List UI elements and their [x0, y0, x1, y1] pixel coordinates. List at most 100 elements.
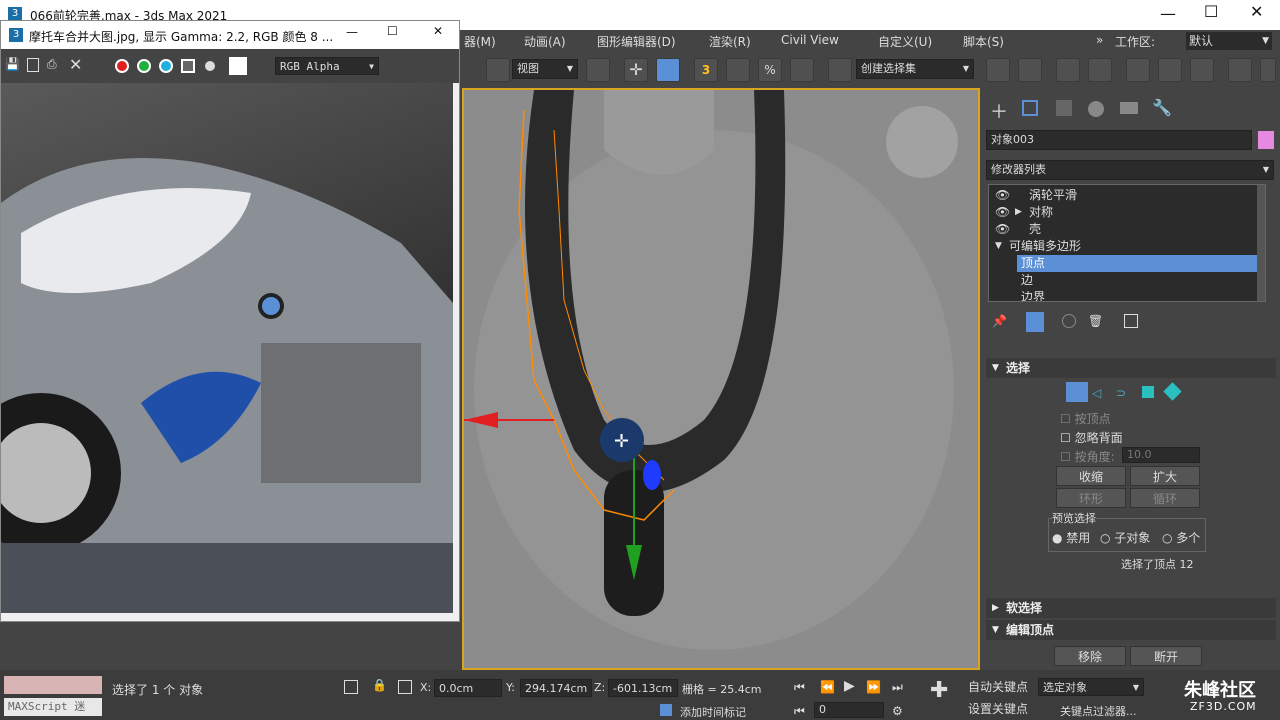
show-end-result-icon[interactable] — [1026, 312, 1044, 332]
selection-rollout-header[interactable]: ▼ 选择 — [986, 358, 1276, 378]
move-icon[interactable]: ✛ — [624, 58, 648, 82]
curve-editor-icon[interactable] — [1158, 58, 1182, 82]
expand-arrow-icon[interactable]: ▶ — [1015, 204, 1022, 221]
edit-vertices-rollout-header[interactable]: ▼ 编辑顶点 — [986, 620, 1276, 640]
reference-coordinate-select[interactable]: 视图 ▼ — [512, 59, 578, 79]
key-mode-icon[interactable]: ⏮ — [794, 704, 805, 719]
scene-explorer-icon[interactable] — [1056, 58, 1080, 82]
stack-item-edge[interactable]: 边 — [989, 272, 1257, 289]
grow-button[interactable]: 扩大 — [1130, 466, 1200, 486]
pivot-icon[interactable] — [586, 58, 610, 82]
stack-item-editable-poly[interactable]: ▼ 可编辑多边形 — [989, 238, 1257, 255]
modifier-list-select[interactable]: 修改器列表 ▼ — [986, 160, 1274, 180]
close-icon[interactable]: ✕ — [433, 24, 443, 38]
modify-tab-icon[interactable] — [1022, 100, 1038, 116]
gizmo-z-handle[interactable] — [643, 460, 661, 490]
border-mode-icon[interactable]: ⊃ — [1116, 386, 1126, 400]
maximize-icon[interactable]: ☐ — [1204, 2, 1218, 21]
rendered-image-window[interactable]: 3 摩托车合并大图.jpg, 显示 Gamma: 2.2, RGB 颜色 8 .… — [0, 20, 460, 622]
pin-stack-icon[interactable]: 📌 — [992, 314, 1007, 328]
maxscript-mini-listener[interactable]: MAXScript 迷 — [4, 698, 102, 716]
render-setup-icon[interactable] — [1228, 58, 1252, 82]
element-mode-icon[interactable] — [1163, 382, 1182, 401]
menu-item-graph-editors[interactable]: 图形编辑器(D) — [597, 33, 676, 50]
vertex-mode-icon[interactable] — [1066, 382, 1088, 402]
percent-snap-icon[interactable]: % — [758, 58, 782, 82]
ring-button[interactable]: 环形 — [1056, 488, 1126, 508]
perspective-viewport[interactable]: ✛ — [462, 88, 980, 670]
menu-item-animation[interactable]: 动画(A) — [524, 33, 566, 50]
menu-item-scripting[interactable]: 脚本(S) — [963, 33, 1004, 50]
print-icon[interactable]: ⎙ — [47, 57, 57, 72]
selected-object-select[interactable]: 选定对象 ▼ — [1038, 678, 1144, 696]
by-vertex-checkbox[interactable]: ☐ 按顶点 — [1060, 410, 1111, 427]
stack-item-vertex[interactable]: 顶点 — [1017, 255, 1257, 272]
isolate-icon[interactable] — [344, 680, 358, 694]
snap-3d-icon[interactable]: 3 — [694, 58, 718, 82]
background-color-swatch[interactable] — [229, 57, 247, 75]
more-menu-icon[interactable]: » — [1096, 33, 1103, 47]
schematic-view-icon[interactable] — [1190, 58, 1214, 82]
add-time-tag-icon[interactable] — [660, 704, 672, 716]
menu-item-modifiers[interactable]: 器(M) — [464, 33, 496, 50]
mirror-icon[interactable] — [986, 58, 1010, 82]
configure-sets-icon[interactable] — [1124, 314, 1138, 328]
stack-item-border[interactable]: 边界 — [989, 289, 1257, 301]
viewcube-icon[interactable] — [886, 106, 958, 178]
monochrome-icon[interactable] — [205, 61, 215, 71]
green-channel-icon[interactable] — [137, 59, 151, 73]
break-button[interactable]: 断开 — [1130, 646, 1202, 666]
next-frame-icon[interactable]: ⏩ — [866, 680, 881, 694]
selection-set-select[interactable]: 创建选择集 ▼ — [856, 59, 974, 79]
workspace-select[interactable]: 默认 ▼ — [1186, 32, 1272, 50]
maximize-icon[interactable]: ☐ — [387, 24, 398, 38]
y-coordinate-field[interactable]: 294.174cm — [520, 679, 592, 697]
edge-mode-icon[interactable]: ◁ — [1092, 386, 1101, 400]
named-selection-icon[interactable] — [828, 58, 852, 82]
copy-icon[interactable] — [27, 58, 39, 72]
soft-selection-rollout-header[interactable]: ▶ 软选择 — [986, 598, 1276, 618]
motion-tab-icon[interactable] — [1088, 101, 1104, 117]
display-tab-icon[interactable] — [1120, 102, 1138, 114]
loop-button[interactable]: 循环 — [1130, 488, 1200, 508]
select-move-icon[interactable] — [656, 58, 680, 82]
absolute-mode-icon[interactable] — [398, 680, 412, 694]
preview-subobject-radio[interactable]: ○ 子对象 — [1100, 529, 1150, 546]
stack-item-turbosmooth[interactable]: 👁 涡轮平滑 — [989, 187, 1257, 204]
maxscript-mini-listener-top[interactable] — [4, 676, 102, 694]
eye-icon[interactable]: 👁 — [995, 221, 1010, 238]
hierarchy-tab-icon[interactable] — [1056, 100, 1072, 116]
ribbon-icon[interactable] — [1126, 58, 1150, 82]
ignore-backfacing-checkbox[interactable]: ☐ 忽略背面 — [1060, 429, 1123, 446]
snap-toggle-icon[interactable] — [486, 58, 510, 82]
stack-item-shell[interactable]: 👁 壳 — [989, 221, 1257, 238]
render-frame-icon[interactable] — [1260, 58, 1276, 82]
minimize-icon[interactable]: — — [346, 25, 358, 39]
go-to-end-icon[interactable]: ⏭ — [892, 680, 903, 695]
current-frame-field[interactable]: 0 — [814, 702, 884, 718]
stack-scrollbar[interactable] — [1257, 185, 1265, 301]
menu-item-customize[interactable]: 自定义(U) — [878, 33, 932, 50]
align-icon[interactable] — [1018, 58, 1042, 82]
make-unique-icon[interactable] — [1062, 314, 1076, 328]
preview-multi-radio[interactable]: ○ 多个 — [1162, 529, 1200, 546]
remove-modifier-icon[interactable]: 🗑 — [1088, 314, 1103, 328]
shrink-button[interactable]: 收缩 — [1056, 466, 1126, 486]
by-angle-label[interactable]: ☐ 按角度: — [1060, 448, 1115, 465]
lock-icon[interactable]: 🔒 — [372, 678, 387, 692]
auto-key-button[interactable]: 自动关键点 — [964, 677, 1032, 697]
time-config-icon[interactable]: ⚙ — [892, 704, 903, 718]
previous-frame-icon[interactable]: ⏪ — [820, 680, 835, 694]
menu-item-civil-view[interactable]: Civil View — [781, 33, 839, 47]
save-icon[interactable]: 💾 — [5, 57, 20, 71]
play-icon[interactable]: ▶ — [844, 678, 855, 694]
spinner-snap-icon[interactable] — [790, 58, 814, 82]
clear-icon[interactable]: ✕ — [69, 55, 82, 74]
menu-item-rendering[interactable]: 渲染(R) — [709, 33, 751, 50]
close-icon[interactable]: ✕ — [1250, 2, 1263, 21]
preview-disabled-radio[interactable]: ● 禁用 — [1052, 529, 1090, 546]
z-coordinate-field[interactable]: -601.13cm — [608, 679, 678, 697]
angle-snap-icon[interactable] — [726, 58, 750, 82]
layer-explorer-icon[interactable] — [1088, 58, 1112, 82]
set-key-icon[interactable]: ✚ — [930, 678, 948, 703]
